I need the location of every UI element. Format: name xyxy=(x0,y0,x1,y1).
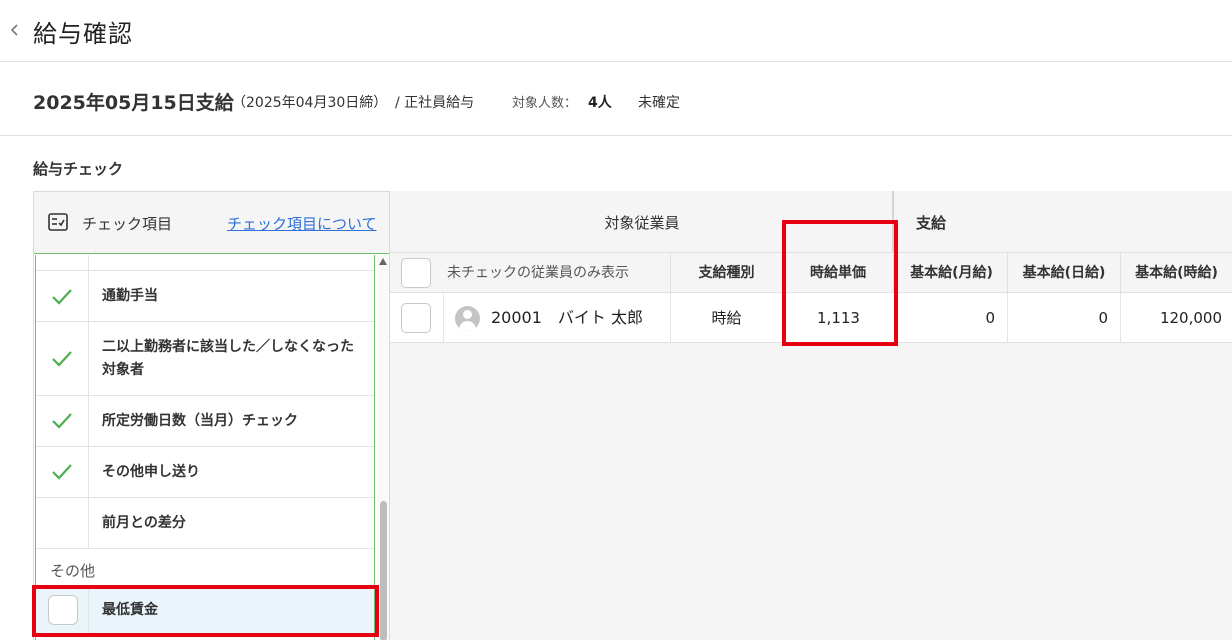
check-item-diff-prev-month[interactable]: 前月との差分 xyxy=(36,498,374,549)
check-panel-header: チェック項目 チェック項目について xyxy=(34,192,389,254)
check-item-label: 前月との差分 xyxy=(102,515,186,531)
cell-base-hourly: 120,000 xyxy=(1159,309,1222,327)
column-header-pay-kind[interactable]: 支給種別 xyxy=(671,253,783,293)
chevron-left-icon[interactable] xyxy=(8,18,24,42)
employee-name[interactable]: 20001 バイト 太郎 xyxy=(491,293,643,343)
employee-count-label: 対象人数： xyxy=(512,96,578,111)
column-header-base-hourly[interactable]: 基本給(時給) xyxy=(1121,253,1232,293)
payroll-info-bar: 2025年05月15日支給 （2025年04月30日締） / 正社員給与 対象人… xyxy=(0,63,1232,136)
column-header-hourly-rate[interactable]: 時給単価 xyxy=(783,253,894,293)
check-item-minimum-wage[interactable]: 最低賃金 xyxy=(36,587,374,634)
checkbox[interactable] xyxy=(48,595,78,625)
group-header-pay-label: 支給 xyxy=(916,214,947,232)
cell-pay-kind: 時給 xyxy=(671,293,783,343)
check-item-list: 通勤手当 二以上勤務者に該当した／しなくなった対象者 所定労働日数（当月）チェッ… xyxy=(35,255,375,640)
check-items-about-link[interactable]: チェック項目について xyxy=(227,213,377,234)
check-item-working-days[interactable]: 所定労働日数（当月）チェック xyxy=(36,396,374,447)
group-header-pay: 支給 xyxy=(896,191,1232,253)
page-title: 給与確認 xyxy=(33,20,133,48)
column-header-base-monthly[interactable]: 基本給(月給) xyxy=(896,253,1008,293)
unchecked-only-filter-label[interactable]: 未チェックの従業員のみ表示 xyxy=(447,253,629,293)
pay-date: 2025年05月15日支給 xyxy=(33,92,234,114)
scroll-up-icon[interactable] xyxy=(379,258,387,265)
check-item-label: 二以上勤務者に該当した／しなくなった対象者 xyxy=(102,339,354,378)
check-item-commute[interactable]: 通勤手当 xyxy=(36,271,374,322)
check-item-label: 所定労働日数（当月）チェック xyxy=(102,413,298,429)
check-item-multiple-employment[interactable]: 二以上勤務者に該当した／しなくなった対象者 xyxy=(36,322,374,396)
top-bar: 給与確認 xyxy=(0,0,1232,62)
employee-pay-table: 対象従業員 支給 未チェックの従業員のみ表示 支給種別 時給単価 基本給(月給)… xyxy=(390,191,1232,640)
status-text: 未確定 xyxy=(638,95,680,111)
check-item-partial xyxy=(36,255,374,271)
close-date: （2025年04月30日締） xyxy=(232,95,388,111)
check-icon xyxy=(52,464,72,480)
select-all-checkbox[interactable] xyxy=(401,258,431,288)
scrollbar[interactable] xyxy=(377,255,389,640)
section-title: 給与チェック xyxy=(33,160,124,178)
cell-hourly-rate: 1,113 xyxy=(783,293,896,343)
check-icon xyxy=(52,413,72,429)
cell-base-monthly: 0 xyxy=(896,293,1008,343)
avatar xyxy=(455,306,480,331)
column-header-base-daily[interactable]: 基本給(日給) xyxy=(1008,253,1121,293)
check-icon xyxy=(52,351,72,367)
scrollbar-thumb[interactable] xyxy=(380,501,387,640)
check-item-other-notes[interactable]: その他申し送り xyxy=(36,447,374,498)
check-panel: チェック項目 チェック項目について 通勤手当 二以上勤務者に該当した／しなくなっ… xyxy=(33,191,390,640)
row-checkbox[interactable] xyxy=(401,303,431,333)
pay-type: / 正社員給与 xyxy=(395,95,475,111)
check-item-label: 通勤手当 xyxy=(102,288,158,304)
check-item-label: 最低賃金 xyxy=(102,602,158,618)
check-item-label: その他申し送り xyxy=(102,464,200,480)
cell-base-daily: 0 xyxy=(1008,293,1121,343)
group-label-other: その他 xyxy=(50,562,96,580)
group-header-employee-label: 対象従業員 xyxy=(604,214,680,232)
group-header-employee: 対象従業員 xyxy=(390,191,894,253)
employee-count-value: 4人 xyxy=(588,95,612,111)
table-row[interactable]: 20001 バイト 太郎 時給 1,113 0 0 120,000 xyxy=(390,293,1232,343)
check-icon xyxy=(52,289,72,305)
check-panel-title: チェック項目 xyxy=(82,215,173,233)
checklist-icon xyxy=(48,213,68,231)
